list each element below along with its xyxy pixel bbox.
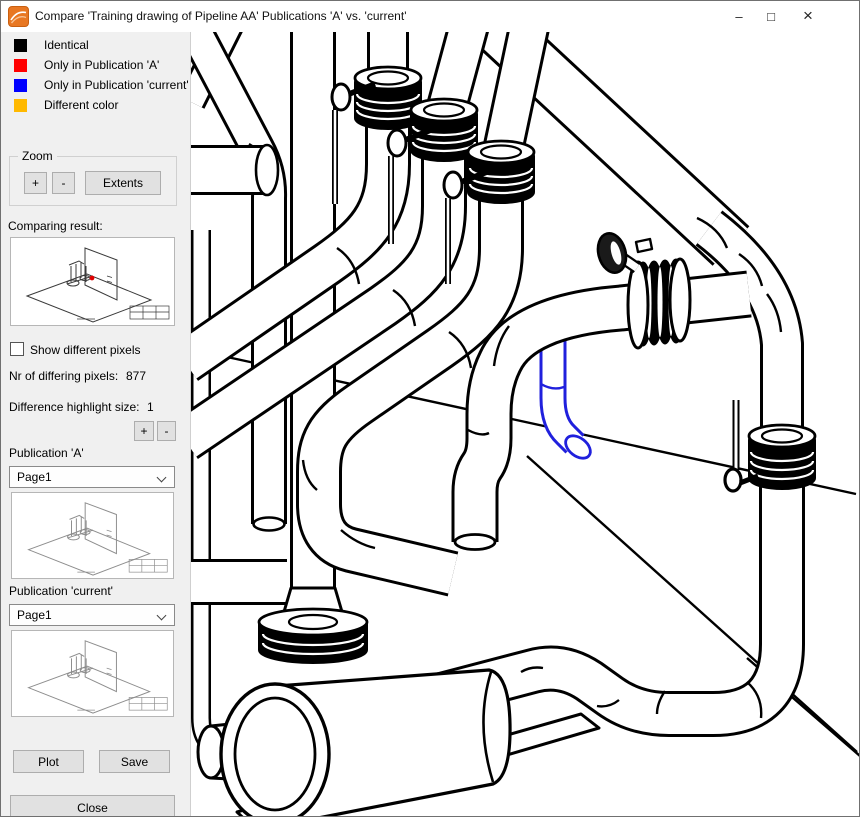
highlight-size-label: Difference highlight size: <box>9 400 140 414</box>
legend-item-only-a: Only in Publication 'A' <box>14 58 159 72</box>
legend-label: Only in Publication 'current' <box>44 78 189 92</box>
show-different-pixels-checkbox[interactable] <box>10 342 24 356</box>
zoom-in-button[interactable]: + <box>24 172 47 194</box>
pump <box>198 588 599 817</box>
changed-pipe-blue <box>541 332 595 463</box>
chevron-down-icon <box>157 473 167 483</box>
legend-label: Identical <box>44 38 89 52</box>
compare-window: Compare 'Training drawing of Pipeline AA… <box>0 0 860 817</box>
maximize-button[interactable]: □ <box>751 1 791 31</box>
publication-current-page-select[interactable]: Page1 <box>9 604 175 626</box>
different-color-swatch <box>14 99 27 112</box>
only-a-color-swatch <box>14 59 27 72</box>
comparing-result-label: Comparing result: <box>8 219 103 233</box>
highlight-size-value: 1 <box>147 400 154 414</box>
pipeline-drawing <box>191 32 860 817</box>
identical-color-swatch <box>14 39 27 52</box>
save-button[interactable]: Save <box>99 750 170 773</box>
close-button[interactable]: Close <box>10 795 175 817</box>
zoom-group: Zoom + - Extents <box>9 156 177 206</box>
app-logo-icon <box>8 6 29 27</box>
title-bar: Compare 'Training drawing of Pipeline AA… <box>1 1 859 32</box>
publication-a-thumbnail <box>11 492 174 579</box>
difference-marker <box>90 276 95 281</box>
inline-flange-stack <box>628 259 690 348</box>
publication-current-thumbnail <box>11 630 174 717</box>
publication-a-page-value: Page1 <box>17 470 52 484</box>
differing-pixels-value: 877 <box>126 369 146 383</box>
zoom-extents-button[interactable]: Extents <box>85 171 161 195</box>
publication-a-label: Publication 'A' <box>9 446 84 460</box>
zoom-out-button[interactable]: - <box>52 172 75 194</box>
legend-item-only-current: Only in Publication 'current' <box>14 78 189 92</box>
show-different-pixels-label: Show different pixels <box>30 343 141 357</box>
drawing-canvas[interactable] <box>191 32 860 817</box>
highlight-size-increase-button[interactable]: + <box>134 421 154 441</box>
legend-label: Only in Publication 'A' <box>44 58 159 72</box>
right-flange-stack <box>749 425 815 489</box>
sidebar: Identical Only in Publication 'A' Only i… <box>1 32 191 817</box>
window-title: Compare 'Training drawing of Pipeline AA… <box>35 9 406 23</box>
publication-current-label: Publication 'current' <box>9 584 113 598</box>
highlight-size-decrease-button[interactable]: - <box>157 421 176 441</box>
only-current-color-swatch <box>14 79 27 92</box>
legend-label: Different color <box>44 98 118 112</box>
legend-item-different-color: Different color <box>14 98 118 112</box>
legend-item-identical: Identical <box>14 38 89 52</box>
zoom-group-title: Zoom <box>18 149 57 163</box>
publication-a-page-select[interactable]: Page1 <box>9 466 175 488</box>
differing-pixels-label: Nr of differing pixels: <box>9 369 118 383</box>
comparing-result-thumbnail <box>10 237 175 326</box>
publication-current-page-value: Page1 <box>17 608 52 622</box>
plot-button[interactable]: Plot <box>13 750 84 773</box>
close-window-button[interactable]: × <box>788 1 828 31</box>
chevron-down-icon <box>157 611 167 621</box>
